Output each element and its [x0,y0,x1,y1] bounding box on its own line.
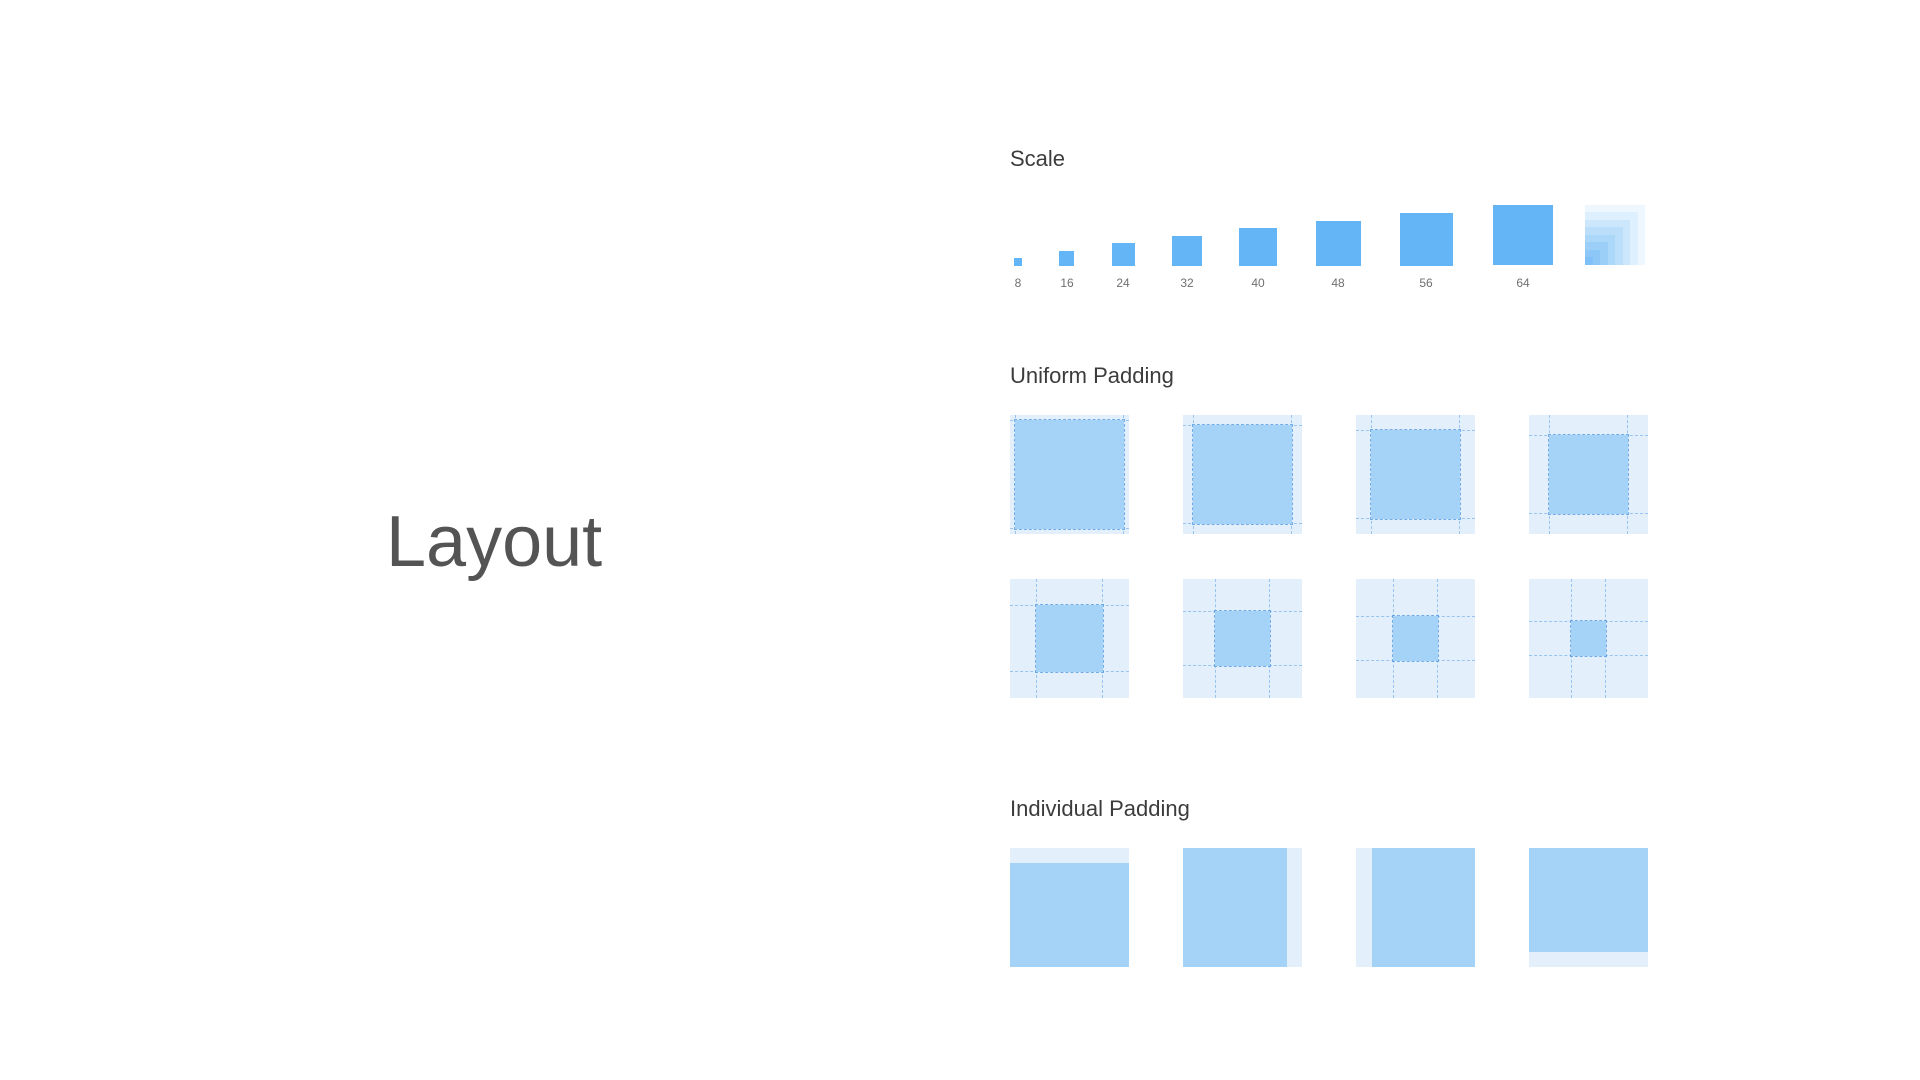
page-title: Layout [386,502,603,582]
padding-content-box [1548,434,1629,515]
uniform-padding-tile [1183,579,1302,698]
scale-label-40: 40 [1251,276,1265,290]
scale-box-8 [1014,258,1022,266]
uniform-padding-tile [1010,579,1129,698]
uniform-padding-tile [1183,415,1302,534]
individual-padding-tile-left [1356,848,1475,967]
uniform-padding-tile [1356,579,1475,698]
scale-box-56 [1400,213,1453,266]
scale-box-16 [1059,251,1074,266]
padding-content-box [1214,610,1271,667]
padding-content-box [1392,615,1439,662]
scale-label-64: 64 [1516,276,1530,290]
scale-box-48 [1316,221,1361,266]
padding-content-box [1183,848,1287,967]
scale-label-16: 16 [1060,276,1074,290]
scale-box-40 [1239,228,1277,266]
individual-padding-tile-top [1010,848,1129,967]
padding-content-box [1529,848,1648,952]
uniform-padding-heading: Uniform Padding [1010,363,1174,388]
scale-label-56: 56 [1419,276,1433,290]
individual-padding-tile-right [1183,848,1302,967]
stack-layer-8 [1585,257,1593,265]
uniform-padding-tile [1529,579,1648,698]
scale-label-32: 32 [1180,276,1194,290]
padding-content-box [1035,604,1104,673]
uniform-padding-tile [1010,415,1129,534]
scale-box-32 [1172,236,1202,266]
padding-content-box [1010,863,1129,967]
scale-label-24: 24 [1116,276,1130,290]
padding-content-box [1192,424,1293,525]
uniform-padding-tile [1529,415,1648,534]
padding-content-box [1570,620,1607,657]
individual-padding-heading: Individual Padding [1010,796,1190,821]
scale-heading: Scale [1010,146,1066,171]
scale-label-48: 48 [1331,276,1345,290]
scale-box-64 [1493,205,1553,265]
uniform-padding-tile [1356,415,1475,534]
scale-box-24 [1112,243,1135,266]
individual-padding-tile-bottom [1529,848,1648,967]
padding-content-box [1370,429,1461,520]
padding-content-box [1372,848,1475,967]
padding-content-box [1014,419,1125,530]
scale-label-8: 8 [1014,276,1022,290]
scale-overlay-stack [1585,205,1645,265]
